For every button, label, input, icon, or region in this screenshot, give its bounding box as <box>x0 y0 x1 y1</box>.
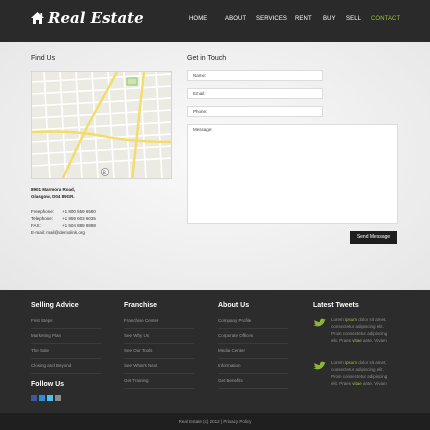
tweet: Lorem ipsum dolor sit amet, consectetur … <box>313 316 395 344</box>
contact-row: FAX: +1 504 889 9898 <box>31 222 96 229</box>
footer-link[interactable]: Information <box>218 359 288 374</box>
tweet-link[interactable]: vitae <box>352 381 362 386</box>
footer-selling-advice: Selling Advice First Steps Marketing Pla… <box>31 302 101 374</box>
tweet-link[interactable]: vitae <box>352 338 362 343</box>
nav-services[interactable]: SERVICES <box>256 16 287 22</box>
rss-icon[interactable] <box>55 395 61 401</box>
address-line1: 8901 Marmora Road, <box>31 187 76 192</box>
footer-franchise: Franchise Franchise Center See Why Us Se… <box>124 302 194 389</box>
footer-link[interactable]: Get Training <box>124 374 194 389</box>
footer-link[interactable]: Company Profile <box>218 314 288 329</box>
footer-heading: Franchise <box>124 302 158 309</box>
latest-tweets-heading: Latest Tweets <box>313 302 359 309</box>
contact-label: FAX: <box>31 223 41 228</box>
footer-link[interactable]: Get Benefits <box>218 374 288 389</box>
footer-link[interactable]: Closing and Beyond <box>31 359 101 374</box>
contact-label: Freephone: <box>31 209 55 214</box>
footer-heading: Selling Advice <box>31 302 79 309</box>
contact-value: +1 504 889 9898 <box>62 223 96 228</box>
twitter-icon[interactable] <box>47 395 53 401</box>
tweet-text: ante. Vivam <box>361 338 387 343</box>
find-us-title: Find Us <box>31 55 56 62</box>
footer-link[interactable]: Media Center <box>218 344 288 359</box>
footer-heading: About Us <box>218 302 250 309</box>
svg-text:B: B <box>103 170 106 175</box>
contact-row: Telephone: +1 959 603 6035 <box>31 215 96 222</box>
footer-link[interactable]: Marketing Plan <box>31 329 101 344</box>
footer-link[interactable]: See Our Tools <box>124 344 194 359</box>
tweet: Lorem ipsum dolor sit amet, consectetur … <box>313 359 395 387</box>
copyright: Real Estate (c) 2012 | Privacy Policy <box>0 413 430 430</box>
address-line2: Glasgow, D04 89GR. <box>31 194 75 199</box>
footer-link[interactable]: The Sale <box>31 344 101 359</box>
footer-link[interactable]: First Steps <box>31 314 101 329</box>
footer-about-us: About Us Company Profile Corporate Offic… <box>218 302 288 389</box>
twitter-bird-icon <box>313 361 326 370</box>
get-in-touch-title: Get in Touch <box>187 55 227 62</box>
email-link[interactable]: mail@demolink.org <box>46 230 85 235</box>
tweet-text: ante. Vivam <box>361 381 387 386</box>
facebook-icon[interactable] <box>31 395 37 401</box>
social-icons <box>31 395 61 401</box>
email-field[interactable]: Email: <box>187 88 323 99</box>
send-message-button[interactable]: Send Message <box>350 231 397 244</box>
contact-details: Freephone: +1 800 559 6580 Telephone: +1 9… <box>31 208 96 236</box>
contact-value: +1 959 603 6035 <box>62 216 96 221</box>
twitter-bird-icon <box>313 318 326 327</box>
phone-field[interactable]: Phone: <box>187 106 323 117</box>
tweet-link[interactable]: ipsum <box>345 317 357 322</box>
email-label: E-mail: <box>31 230 46 235</box>
location-map[interactable]: B <box>31 71 172 179</box>
nav-rent[interactable]: RENT <box>295 16 312 22</box>
contact-value: +1 800 559 6580 <box>62 209 96 214</box>
follow-us-heading: Follow Us <box>31 381 65 388</box>
name-field[interactable]: Name: <box>187 70 323 81</box>
main-nav: HOME ABOUT SERVICES RENT BUY SELL CONTAC… <box>0 16 430 28</box>
nav-sell[interactable]: SELL <box>346 16 361 22</box>
nav-contact[interactable]: CONTACT <box>371 16 400 22</box>
tweet-link[interactable]: ipsum <box>345 360 357 365</box>
footer-link[interactable]: Corporate Offices <box>218 329 288 344</box>
tweet-text: Lorem <box>331 360 346 365</box>
message-field[interactable]: Message: <box>187 124 398 224</box>
footer-link[interactable]: See What's Next <box>124 359 194 374</box>
contact-row: E-mail: mail@demolink.org <box>31 229 96 236</box>
footer-link[interactable]: See Why Us <box>124 329 194 344</box>
nav-about[interactable]: ABOUT <box>225 16 246 22</box>
map-graphic: B <box>32 72 171 178</box>
contact-label: Telephone: <box>31 216 54 221</box>
footer-link[interactable]: Franchise Center <box>124 314 194 329</box>
nav-home[interactable]: HOME <box>189 16 207 22</box>
linkedin-icon[interactable] <box>39 395 45 401</box>
nav-buy[interactable]: BUY <box>323 16 336 22</box>
contact-row: Freephone: +1 800 559 6580 <box>31 208 96 215</box>
header: Real Estate HOME ABOUT SERVICES RENT BUY… <box>0 0 430 42</box>
tweet-text: Lorem <box>331 317 346 322</box>
address: 8901 Marmora Road, Glasgow, D04 89GR. <box>31 186 75 200</box>
